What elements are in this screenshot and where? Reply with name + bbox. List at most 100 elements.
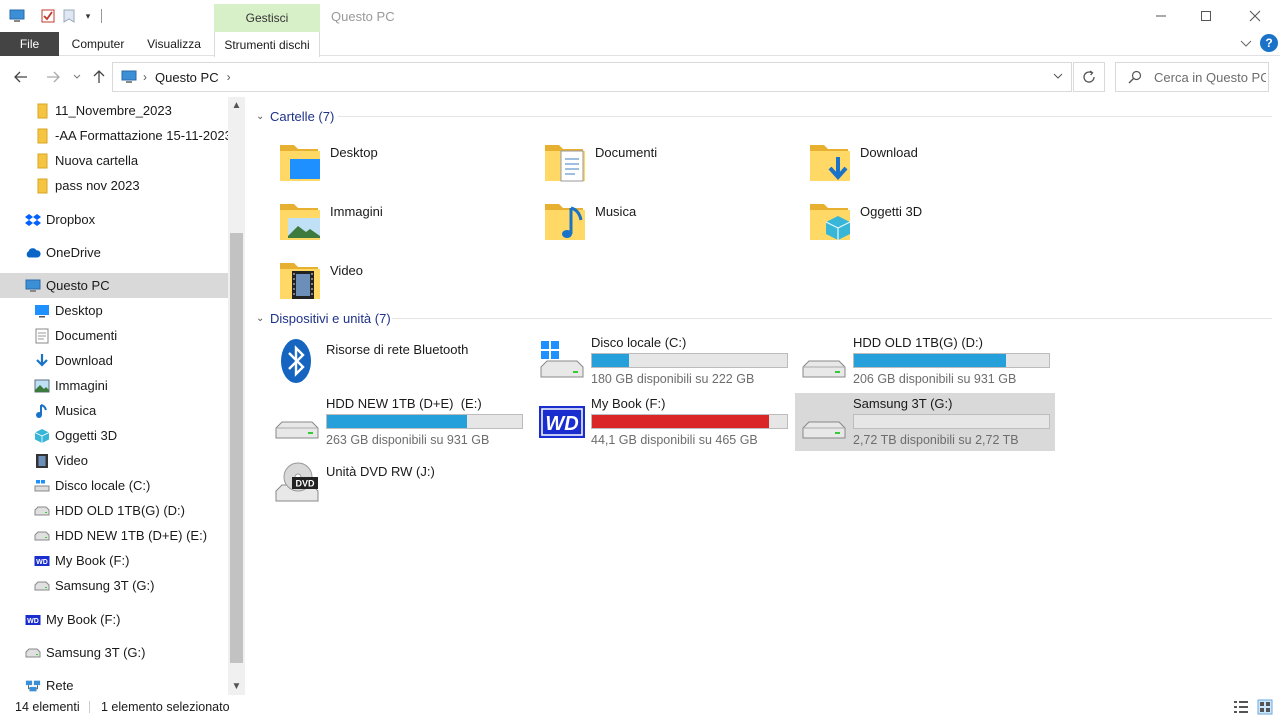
close-button[interactable] [1232,0,1278,32]
details-view-icon[interactable] [1233,699,1249,715]
video-icon [34,453,50,469]
folder-tile[interactable]: Immagini [272,192,522,250]
music-icon [34,403,50,419]
svg-text:WD: WD [545,413,578,435]
chevron-right-icon[interactable]: › [143,70,147,84]
address-bar[interactable]: › Questo PC › [112,62,1072,92]
sidebar-item-download[interactable]: Download [0,348,228,373]
folder-tile[interactable]: Desktop [272,133,522,191]
maximize-button[interactable] [1183,0,1229,32]
sidebar-item-label: My Book (F:) [55,553,130,568]
search-input[interactable] [1154,69,1266,85]
sidebar-scrollbar[interactable]: ▲ ▼ [228,97,245,695]
tiles-view-icon[interactable] [1257,699,1273,715]
chevron-right-icon[interactable]: › [227,70,231,84]
sidebar-item-documenti[interactable]: Documenti [0,323,228,348]
sidebar-item-immagini[interactable]: Immagini [0,373,228,398]
recent-locations-chevron-icon[interactable] [66,66,88,88]
sidebar-item-dropbox[interactable]: Dropbox [0,207,228,232]
folder-tile[interactable]: Download [802,133,1052,191]
sidebar-item-label: Immagini [55,378,108,393]
folder-tile[interactable]: Musica [537,192,787,250]
folder-tile[interactable]: Oggetti 3D [802,192,1052,250]
sidebar-item-aa-formattazione-15-11-2023[interactable]: -AA Formattazione 15-11-2023 [0,123,232,148]
up-arrow-icon[interactable] [88,66,110,88]
drive-tile[interactable]: HDD NEW 1TB (D+E) (E:) 263 GB disponibili… [268,393,528,451]
download-folder-icon [806,137,854,185]
dropbox-icon [25,212,41,228]
pc-icon [121,70,137,83]
folder-icon [34,128,50,144]
help-icon[interactable]: ? [1260,34,1278,52]
search-box[interactable] [1115,62,1269,92]
new-folder-icon[interactable] [61,8,77,24]
folder-name: Immagini [330,204,383,219]
sidebar-item-onedrive[interactable]: OneDrive [0,240,228,265]
chevron-down-icon[interactable]: ⌄ [256,111,270,122]
properties-icon[interactable] [39,8,57,24]
scroll-up-arrow-icon[interactable]: ▲ [228,97,245,114]
drive-free-space: 2,72 TB disponibili su 2,72 TB [853,433,1019,447]
sidebar-item-oggetti-3d[interactable]: Oggetti 3D [0,423,228,448]
scroll-down-arrow-icon[interactable]: ▼ [228,678,245,695]
sidebar-item-label: OneDrive [46,245,101,260]
drive-tile[interactable]: Disco locale (C:) 180 GB disponibili su 2… [533,332,793,390]
devices-group-header[interactable]: ⌄ Dispositivi e unità (7) [256,308,391,328]
dvd-drive-icon: DVD [272,459,320,507]
device-tile[interactable]: DVD Unità DVD RW (J:) [268,454,528,512]
sidebar-item-label: Download [55,353,113,368]
sidebar-item-hdd-old-1tb-g-d[interactable]: HDD OLD 1TB(G) (D:) [0,498,228,523]
sidebar-item-label: Questo PC [46,278,110,293]
sidebar-item-musica[interactable]: Musica [0,398,228,423]
drive-tile[interactable]: Samsung 3T (G:) 2,72 TB disponibili su 2,… [795,393,1055,451]
drive-icon [34,503,50,519]
customize-toolbar-icon[interactable]: ▾ [82,8,94,24]
sidebar-item-nuova-cartella[interactable]: Nuova cartella [0,148,228,173]
drive-tile[interactable]: HDD OLD 1TB(G) (D:) 206 GB disponibili su… [795,332,1055,390]
chevron-down-icon[interactable] [1238,36,1254,52]
sidebar-item-video[interactable]: Video [0,448,228,473]
download-icon [34,353,50,369]
group-divider [392,318,1272,319]
chevron-down-icon[interactable]: ⌄ [256,313,270,324]
sidebar-item-11-novembre-2023[interactable]: 11_Novembre_2023 [0,98,228,123]
tab-file[interactable]: File [0,32,59,56]
address-history-chevron-icon[interactable] [1053,70,1063,82]
sidebar-item-hdd-new-1tb-d-e-e[interactable]: HDD NEW 1TB (D+E) (E:) [0,523,228,548]
windows-drive-icon [34,478,50,494]
folder-tile[interactable]: Video [272,251,522,309]
sidebar-item-pass-nov-2023[interactable]: pass nov 2023 [0,173,228,198]
context-tab-gestisci[interactable]: Gestisci [214,4,320,32]
sidebar-item-label: HDD OLD 1TB(G) (D:) [55,503,185,518]
folder-icon [34,103,50,119]
usage-bar [853,414,1050,429]
sidebar-item-label: Video [55,453,89,468]
minimize-button[interactable] [1138,0,1184,32]
sidebar-item-my-book-f[interactable]: WD My Book (F:) [0,548,228,573]
refresh-icon[interactable] [1073,62,1105,92]
device-tile[interactable]: Risorse di rete Bluetooth [268,332,528,390]
tab-visualizza[interactable]: Visualizza [137,32,211,56]
sidebar-item-disco-locale-c[interactable]: Disco locale (C:) [0,473,228,498]
tab-strumenti-dischi[interactable]: Strumenti dischi [214,32,320,57]
sidebar-item-my-book-f[interactable]: WD My Book (F:) [0,607,228,632]
sidebar-item-questo-pc[interactable]: Questo PC [0,273,228,298]
sidebar-item-samsung-3t-g[interactable]: Samsung 3T (G:) [0,573,228,598]
file-explorer-window: ▾ Gestisci Questo PC File Computer Visua… [0,0,1280,719]
drive-icon [272,398,320,446]
tab-computer[interactable]: Computer [59,32,137,56]
scrollbar-thumb[interactable] [230,233,243,663]
back-arrow-icon[interactable] [10,66,32,88]
sidebar-item-desktop[interactable]: Desktop [0,298,228,323]
drive-tile[interactable]: WD My Book (F:) 44,1 GB disponibili su 465… [533,393,793,451]
pc-icon[interactable] [8,8,26,24]
folder-name: Video [330,263,364,278]
drive-name: My Book (F:) [591,396,666,411]
sidebar-item-samsung-3t-g[interactable]: Samsung 3T (G:) [0,640,228,665]
folder-tile[interactable]: Documenti [537,133,787,191]
folders-group-header[interactable]: ⌄ Cartelle (7) [256,106,334,126]
breadcrumb-questo-pc[interactable]: Questo PC [155,70,219,85]
toolbar-divider [101,9,102,23]
drive-free-space: 206 GB disponibili su 931 GB [853,372,1017,386]
forward-arrow-icon[interactable] [42,66,64,88]
